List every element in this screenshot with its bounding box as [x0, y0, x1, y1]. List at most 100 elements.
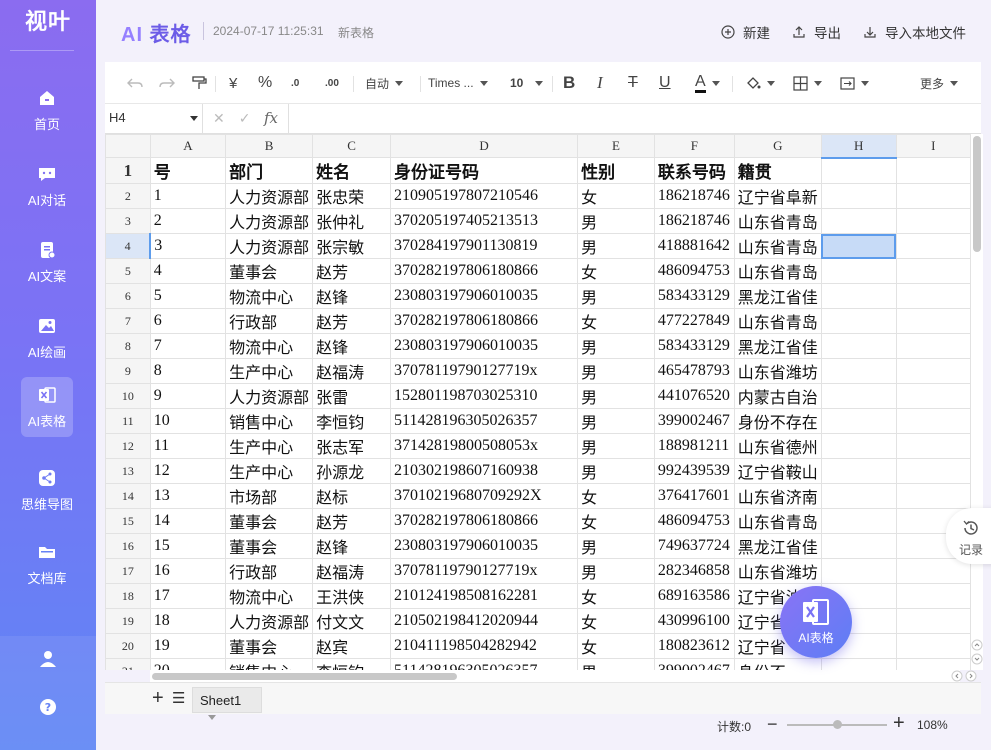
cell[interactable]: 赵芳 — [312, 308, 392, 335]
cell[interactable]: 37142819800508053x — [390, 433, 579, 460]
cell[interactable]: 男 — [577, 433, 655, 460]
cell[interactable]: 生产中心 — [225, 433, 314, 460]
cell[interactable] — [895, 433, 971, 460]
cell[interactable]: 山东省青岛 — [733, 308, 822, 335]
cell[interactable]: 籍贯 — [733, 157, 822, 185]
cell[interactable] — [820, 308, 897, 335]
cell[interactable] — [895, 483, 971, 510]
cell[interactable] — [895, 633, 971, 660]
cell[interactable] — [895, 583, 971, 610]
cell[interactable] — [895, 608, 971, 635]
cell[interactable]: 赵芳 — [312, 258, 392, 285]
cell[interactable]: 男 — [577, 208, 655, 235]
row-header[interactable]: 20 — [105, 633, 151, 660]
cell[interactable]: 370205197405213513 — [390, 208, 579, 235]
cell[interactable] — [895, 658, 971, 670]
cell[interactable]: 物流中心 — [225, 583, 314, 610]
cell[interactable] — [820, 383, 897, 410]
sidebar-item-home[interactable]: 首页 — [21, 80, 73, 140]
sidebar-item-ai-copywriting[interactable]: AI文案 — [21, 232, 73, 292]
cell[interactable]: 张忠荣 — [312, 183, 392, 210]
cell[interactable]: 230803197906010035 — [390, 283, 579, 310]
column-header-g[interactable]: G — [733, 134, 822, 159]
cell[interactable]: 12 — [149, 458, 227, 485]
cell[interactable]: 376417601 — [653, 483, 735, 510]
redo-icon[interactable] — [159, 62, 175, 104]
user-icon[interactable] — [37, 648, 59, 670]
cell[interactable]: 黑龙江省佳 — [733, 533, 822, 560]
cell[interactable]: 17 — [149, 583, 227, 610]
cell[interactable] — [820, 508, 897, 535]
cell[interactable]: 山东省济南 — [733, 483, 822, 510]
row-header[interactable]: 9 — [105, 358, 151, 385]
cell[interactable] — [820, 183, 897, 210]
cell[interactable]: 山东省青岛 — [733, 258, 822, 285]
sheet-list-icon[interactable]: ☰ — [172, 689, 185, 707]
cell[interactable]: 董事会 — [225, 258, 314, 285]
cell[interactable]: 赵锋 — [312, 283, 392, 310]
import-local-file-button[interactable]: 导入本地文件 — [863, 22, 966, 42]
cell[interactable]: 465478793 — [653, 358, 735, 385]
cell[interactable] — [820, 258, 897, 285]
cell[interactable]: 辽宁省阜新 — [733, 183, 822, 210]
cell[interactable]: 张雷 — [312, 383, 392, 410]
cell[interactable]: 689163586 — [653, 583, 735, 610]
cell[interactable]: 583433129 — [653, 283, 735, 310]
cell[interactable]: 399002467 — [653, 658, 735, 670]
cell[interactable]: 董事会 — [225, 633, 314, 660]
row-header[interactable]: 8 — [105, 333, 151, 360]
cell[interactable]: 441076520 — [653, 383, 735, 410]
column-header-e[interactable]: E — [577, 134, 655, 159]
cell[interactable]: 市场部 — [225, 483, 314, 510]
cell[interactable]: 37078119790127719x — [390, 558, 579, 585]
cell[interactable]: 5 — [149, 283, 227, 310]
cell[interactable]: 姓名 — [312, 157, 392, 185]
zoom-in-icon[interactable]: + — [893, 712, 905, 735]
cell[interactable]: 399002467 — [653, 408, 735, 435]
row-header[interactable]: 13 — [105, 458, 151, 485]
cell[interactable]: 内蒙古自治 — [733, 383, 822, 410]
cell[interactable]: 生产中心 — [225, 358, 314, 385]
fill-color-button[interactable] — [745, 62, 775, 104]
cell[interactable]: 山东省潍坊 — [733, 558, 822, 585]
cell[interactable] — [895, 157, 971, 185]
cell[interactable]: 210411198504282942 — [390, 633, 579, 660]
cell[interactable]: 女 — [577, 308, 655, 335]
row-header[interactable]: 16 — [105, 533, 151, 560]
cell[interactable]: 女 — [577, 633, 655, 660]
cell[interactable]: 人力资源部 — [225, 208, 314, 235]
row-header[interactable]: 19 — [105, 608, 151, 635]
cell-reference-box[interactable]: H4 — [105, 104, 203, 133]
cell[interactable]: 230803197906010035 — [390, 333, 579, 360]
cell[interactable]: 2 — [149, 208, 227, 235]
cell[interactable]: 6 — [149, 308, 227, 335]
cancel-icon[interactable]: ✕ — [213, 110, 225, 127]
zoom-slider-handle[interactable] — [833, 720, 842, 729]
row-header[interactable]: 17 — [105, 558, 151, 585]
cell[interactable]: 身份证号码 — [390, 157, 579, 185]
cell[interactable]: 210302198607160938 — [390, 458, 579, 485]
cell[interactable]: 180823612 — [653, 633, 735, 660]
row-header[interactable]: 5 — [105, 258, 151, 285]
cell[interactable]: 销售中心 — [225, 408, 314, 435]
cell[interactable]: 赵宾 — [312, 633, 392, 660]
cell[interactable] — [895, 383, 971, 410]
cell[interactable]: 李恒钧 — [312, 658, 392, 670]
cell[interactable]: 山东省青岛 — [733, 208, 822, 235]
more-button[interactable]: 更多 — [920, 62, 959, 104]
cell[interactable]: 4 — [149, 258, 227, 285]
underline-button[interactable]: U — [659, 62, 671, 104]
sidebar-item-ai-chat[interactable]: AI对话 — [21, 156, 73, 216]
font-size-select[interactable]: 10 — [510, 62, 544, 104]
row-header[interactable]: 12 — [105, 433, 151, 460]
corner-cell[interactable] — [105, 134, 151, 159]
cell[interactable] — [820, 333, 897, 360]
cell[interactable]: 男 — [577, 283, 655, 310]
row-header[interactable]: 10 — [105, 383, 151, 410]
bold-button[interactable]: B — [563, 62, 575, 104]
cell[interactable]: 152801198703025310 — [390, 383, 579, 410]
cell[interactable] — [895, 308, 971, 335]
record-button[interactable]: 记录 — [946, 508, 991, 564]
cell[interactable]: 赵福涛 — [312, 558, 392, 585]
cell[interactable]: 付文文 — [312, 608, 392, 635]
